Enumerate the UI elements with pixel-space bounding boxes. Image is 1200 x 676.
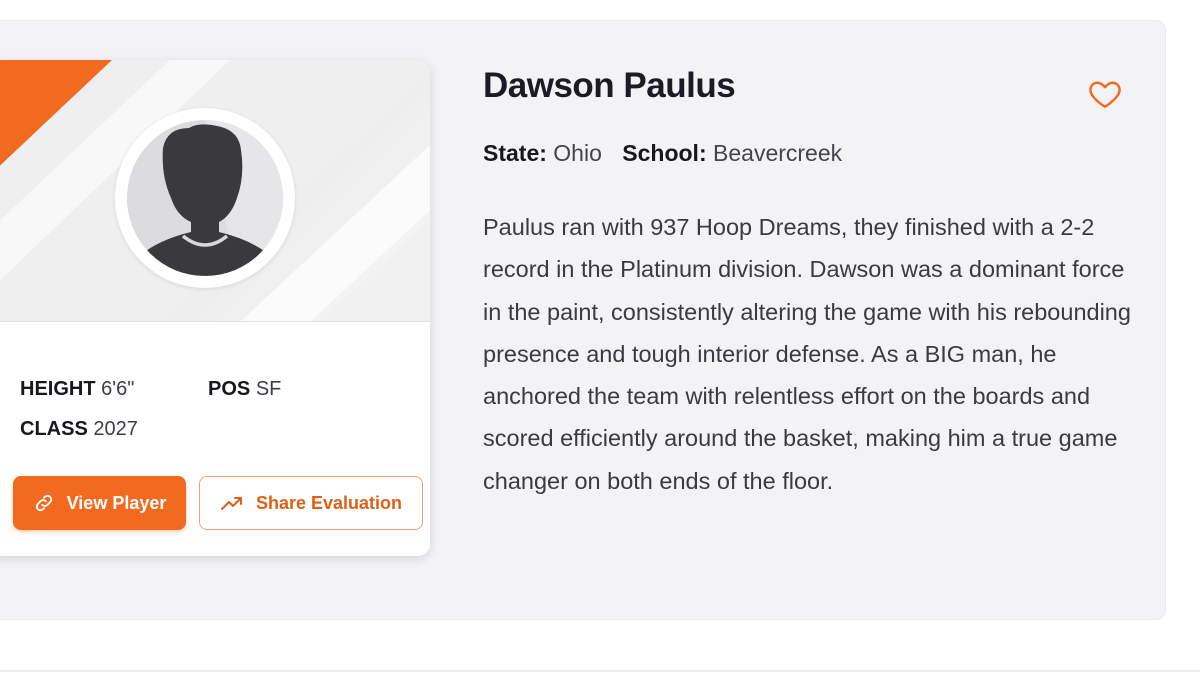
evaluation-text: Paulus ran with 937 Hoop Dreams, they fi… [483, 214, 1131, 494]
state-label: State: [483, 140, 547, 166]
stat-height-label: HEIGHT [20, 378, 96, 400]
person-silhouette-icon [127, 120, 283, 276]
player-name: Dawson Paulus [483, 66, 736, 105]
stat-class: CLASS 2027 [20, 418, 138, 441]
stat-height-value: 6'6" [101, 378, 135, 400]
state-value: Ohio [553, 140, 602, 166]
view-player-label: View Player [66, 492, 167, 513]
trending-up-icon [220, 495, 244, 511]
share-evaluation-button[interactable]: Share Evaluation [199, 476, 423, 530]
link-icon [33, 492, 55, 514]
divider [0, 670, 1200, 672]
stat-pos-value: SF [255, 378, 282, 400]
view-player-button[interactable]: View Player [13, 476, 186, 530]
heart-outline-icon [1089, 81, 1121, 108]
stat-class-label: CLASS [20, 418, 88, 440]
stat-position: POS SF [208, 378, 281, 401]
player-meta: State: Ohio School: Beavercreek [483, 140, 856, 167]
card-banner [0, 60, 430, 322]
player-profile-card: HEIGHT 6'6" POS SF CLASS 2027 View Playe… [0, 60, 430, 556]
school-label: School: [622, 140, 707, 166]
favorite-button[interactable] [1087, 76, 1123, 112]
stat-class-value: 2027 [93, 418, 138, 440]
avatar [115, 108, 295, 288]
stat-height: HEIGHT 6'6" [20, 378, 134, 401]
share-evaluation-label: Share Evaluation [255, 492, 403, 513]
school-value: Beavercreek [713, 140, 843, 166]
evaluation-details: Dawson Paulus State: Ohio School: Beaver… [483, 66, 1163, 494]
stat-pos-label: POS [208, 378, 251, 400]
